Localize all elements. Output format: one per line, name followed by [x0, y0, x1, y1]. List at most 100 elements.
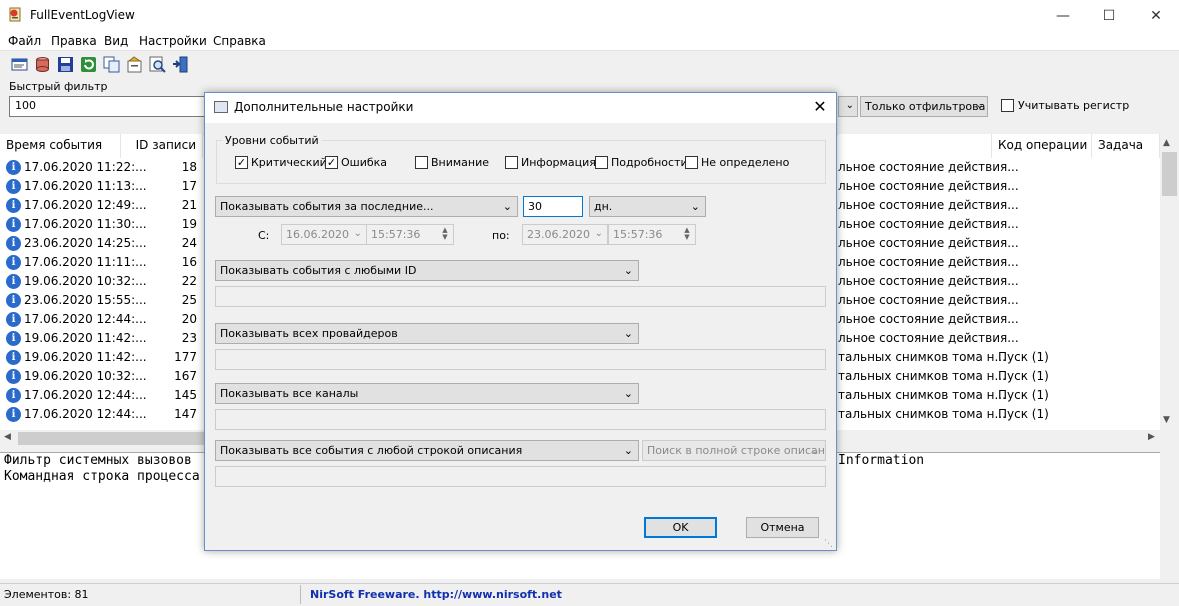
window-icon — [214, 101, 228, 113]
menu-help[interactable]: Справка — [213, 34, 266, 48]
time-range-value: Показывать события за последние... — [220, 200, 434, 213]
scroll-left-icon[interactable]: ◀ — [4, 432, 11, 442]
ok-button[interactable]: OK — [644, 517, 717, 538]
to-date-picker[interactable]: 23.06.2020 ⌄ — [522, 224, 608, 245]
find-icon[interactable] — [149, 56, 166, 73]
cell-description: тальных снимков тома н... — [838, 407, 1006, 421]
from-date-picker[interactable]: 16.06.2020 ⌄ — [281, 224, 367, 245]
cell-id: 25 — [181, 293, 197, 307]
time-unit-dropdown[interactable]: дн. ⌄ — [589, 196, 706, 217]
chevron-down-icon: ⌄ — [845, 100, 854, 111]
chevron-down-icon: ⌄ — [623, 387, 633, 400]
cell-id: 20 — [181, 312, 197, 326]
filter-mode-dropdown[interactable]: Только отфильтрова ⌄ — [860, 96, 988, 117]
quick-filter-input[interactable]: 100 — [9, 96, 209, 117]
level-error-checkbox[interactable]: ✓ — [325, 156, 338, 169]
chevron-down-icon: ⌄ — [810, 444, 820, 457]
providers-input[interactable] — [215, 349, 826, 370]
column-header-id[interactable]: ID записи — [121, 134, 203, 158]
from-date-value: 16.06.2020 — [286, 228, 349, 241]
column-header-task[interactable]: Задача — [1092, 134, 1160, 158]
exit-icon[interactable] — [172, 56, 189, 73]
to-time-value: 15:57:36 — [613, 228, 663, 241]
menu-view[interactable]: Вид — [104, 34, 128, 48]
level-warning-label: Внимание — [431, 156, 490, 169]
column-header-time[interactable]: Время события — [0, 134, 121, 158]
case-sensitive-checkbox[interactable] — [1001, 99, 1014, 112]
copy-icon[interactable] — [103, 56, 120, 73]
chevron-down-icon: ⌄ — [353, 228, 362, 239]
cell-description: тальных снимков тома н... — [838, 388, 1006, 402]
status-item-count: Элементов: 81 — [4, 588, 89, 601]
menu-edit[interactable]: Правка — [51, 34, 97, 48]
cell-task: Пуск (1) — [998, 369, 1049, 383]
channels-input[interactable] — [215, 409, 826, 430]
save-icon[interactable] — [57, 56, 74, 73]
level-info-checkbox[interactable] — [505, 156, 518, 169]
dialog-close-button[interactable]: ✕ — [806, 96, 834, 120]
level-undefined-checkbox[interactable] — [685, 156, 698, 169]
cell-id: 18 — [181, 160, 197, 174]
level-critical-checkbox[interactable]: ✓ — [235, 156, 248, 169]
filter-mode-value: Только отфильтрова — [865, 100, 986, 113]
event-id-input[interactable] — [215, 286, 826, 307]
menu-file[interactable]: Файл — [8, 34, 41, 48]
details-vertical-scrollbar[interactable] — [1160, 452, 1179, 579]
info-icon: i — [6, 293, 21, 308]
spinner-arrows-icon: ▲ ▼ — [684, 226, 690, 241]
event-id-filter-value: Показывать события с любыми ID — [220, 264, 417, 277]
level-undefined-label: Не определено — [701, 156, 790, 169]
info-icon: i — [6, 369, 21, 384]
window-title: FullEventLogView — [30, 8, 135, 22]
event-id-filter-dropdown[interactable]: Показывать события с любыми ID ⌄ — [215, 260, 639, 281]
cell-description: льное состояние действия... — [838, 255, 1019, 269]
to-time-spinner[interactable]: 15:57:36 ▲ ▼ — [608, 224, 696, 245]
dialog-title: Дополнительные настройки — [234, 100, 414, 114]
minimize-button[interactable]: — — [1040, 0, 1086, 31]
database-icon[interactable] — [34, 56, 51, 73]
refresh-icon[interactable] — [80, 56, 97, 73]
time-value-input[interactable]: 30 — [523, 196, 583, 217]
maximize-button[interactable]: ☐ — [1086, 0, 1132, 31]
level-warning-checkbox[interactable] — [415, 156, 428, 169]
close-window-button[interactable]: ✕ — [1133, 0, 1179, 31]
info-icon: i — [6, 198, 21, 213]
quick-filter-label: Быстрый фильтр — [9, 80, 108, 93]
cell-task: Пуск (1) — [998, 407, 1049, 421]
from-time-spinner[interactable]: 15:57:36 ▲ ▼ — [366, 224, 454, 245]
info-icon: i — [6, 350, 21, 365]
properties-icon[interactable] — [11, 56, 28, 73]
time-range-dropdown[interactable]: Показывать события за последние... ⌄ — [215, 196, 518, 217]
cell-description: льное состояние действия... — [838, 331, 1019, 345]
column-header-blank[interactable] — [838, 134, 992, 158]
chevron-down-icon: ⌄ — [623, 264, 633, 277]
description-filter-dropdown[interactable]: Показывать все события с любой строкой о… — [215, 440, 639, 461]
title-bar — [0, 0, 1179, 31]
description-input[interactable] — [215, 466, 826, 487]
cell-id: 177 — [174, 350, 197, 364]
description-search-scope-dropdown[interactable]: Поиск в полной строке описани ⌄ — [642, 440, 826, 461]
time-unit-value: дн. — [594, 200, 613, 213]
app-icon — [9, 7, 23, 23]
nirsoft-link[interactable]: NirSoft Freeware. http://www.nirsoft.net — [310, 588, 562, 601]
column-header-opcode[interactable]: Код операции — [992, 134, 1092, 158]
info-icon: i — [6, 255, 21, 270]
status-bar — [0, 583, 1179, 606]
info-icon: i — [6, 179, 21, 194]
list-vertical-scroll-thumb[interactable] — [1162, 152, 1177, 196]
html-report-icon[interactable] — [126, 56, 143, 73]
level-verbose-checkbox[interactable] — [595, 156, 608, 169]
spinner-arrows-icon: ▲ ▼ — [442, 226, 448, 241]
scroll-up-icon[interactable]: ▲ — [1163, 138, 1170, 148]
resize-grip-icon[interactable]: ⋱ — [824, 539, 834, 549]
scroll-right-icon[interactable]: ▶ — [1148, 432, 1155, 442]
cell-description: льное состояние действия... — [838, 312, 1019, 326]
filter-type-dropdown[interactable]: ⌄ — [838, 96, 858, 117]
channels-filter-dropdown[interactable]: Показывать все каналы ⌄ — [215, 383, 639, 404]
menu-settings[interactable]: Настройки — [139, 34, 207, 48]
providers-filter-dropdown[interactable]: Показывать всех провайдеров ⌄ — [215, 323, 639, 344]
level-critical-label: Критический — [251, 156, 327, 169]
cancel-button[interactable]: Отмена — [746, 517, 819, 538]
cell-task: Пуск (1) — [998, 388, 1049, 402]
scroll-down-icon[interactable]: ▼ — [1163, 415, 1170, 425]
